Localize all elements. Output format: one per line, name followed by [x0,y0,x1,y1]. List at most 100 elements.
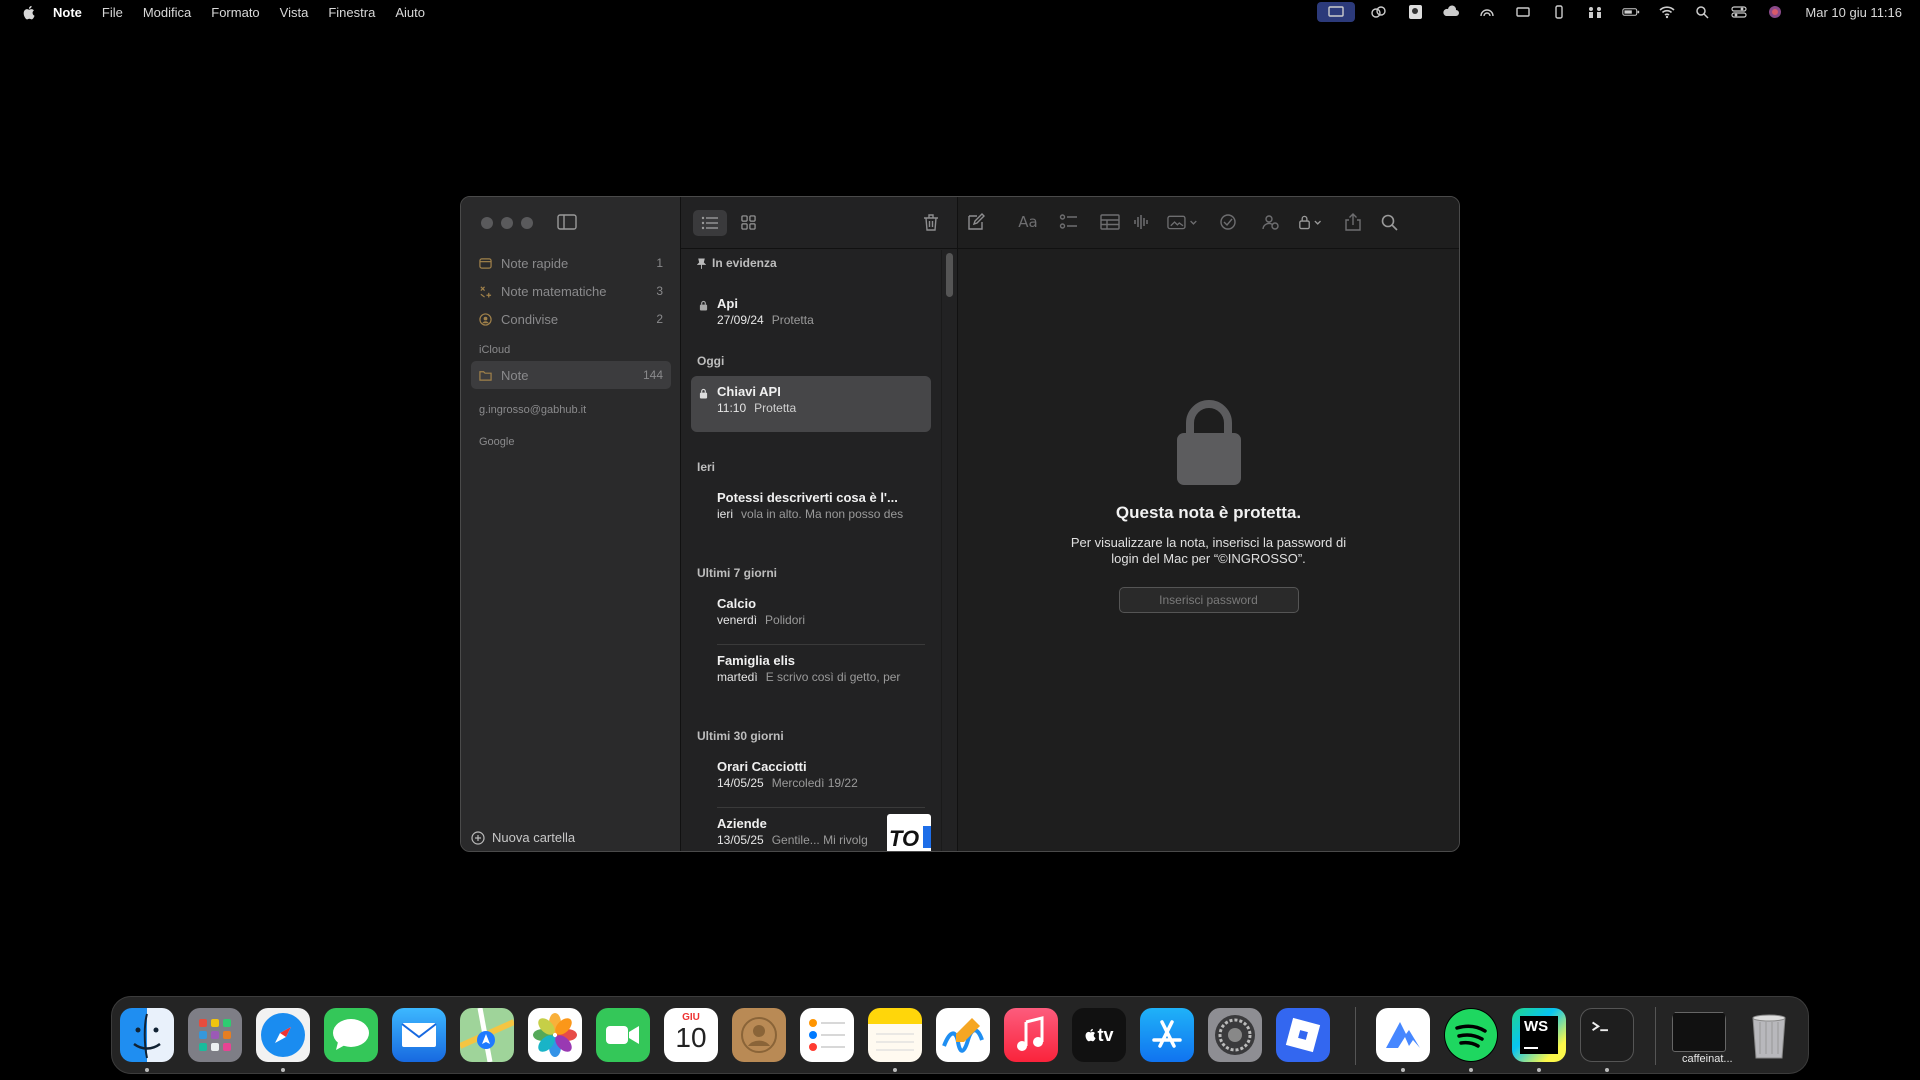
note-meta: 13/05/25 Gentile... Mi rivolg [717,833,867,847]
dock-reminders-icon[interactable] [800,1008,854,1062]
note-item-potessi[interactable]: Potessi descriverti cosa è l'... ieri vol… [691,482,931,538]
siri-icon[interactable] [1765,5,1785,19]
format-text-icon[interactable]: Aa [1015,211,1041,233]
dock-facetime-icon[interactable] [596,1008,650,1062]
list-scroll-track[interactable] [941,250,957,851]
battery-icon[interactable] [1621,5,1641,19]
sidebar-toggle-icon[interactable] [557,213,577,231]
sidebar-item-count: 2 [656,312,663,326]
menu-formato[interactable]: Formato [211,5,259,20]
apple-menu-icon[interactable] [19,4,37,20]
dock-terminal-icon[interactable] [1580,1008,1634,1062]
search-icon[interactable] [1379,211,1401,233]
note-meta: martedì E scrivo così di getto, per [717,670,921,684]
hotspot-icon[interactable] [1477,5,1497,19]
folder-sidebar: Note rapide 1 Note matematiche 3 Condivi… [461,197,681,851]
link-share-icon[interactable] [1260,211,1282,233]
menu-app-name[interactable]: Note [53,5,82,20]
account-header[interactable]: g.ingrosso@gabhub.it [471,399,671,421]
dock-nordvpn-icon[interactable] [1376,1008,1430,1062]
sidebar-item-quick-notes[interactable]: Note rapide 1 [471,249,671,277]
dock-spotify-icon[interactable] [1444,1008,1498,1062]
minimize-button[interactable] [501,217,513,229]
dock-mail-icon[interactable] [392,1008,446,1062]
spotlight-search-icon[interactable] [1693,5,1713,19]
cloud-upload-icon[interactable] [1441,5,1461,19]
group-header-today: Oggi [697,354,725,368]
dock-maps-icon[interactable] [460,1008,514,1062]
gallery-view-button[interactable] [731,210,765,236]
dock-finder-icon[interactable] [120,1008,174,1062]
dock-messages-icon[interactable] [324,1008,378,1062]
app-status-icon[interactable] [1405,5,1425,19]
dock-photos-icon[interactable] [528,1008,582,1062]
control-center-icon[interactable] [1729,5,1749,19]
quick-note-icon [479,256,493,270]
note-item-calcio[interactable]: Calcio venerdì Polidori [691,588,931,644]
locked-description: Per visualizzare la nota, inserisci la p… [1070,535,1347,566]
running-indicator [1537,1068,1541,1072]
note-item-famiglia[interactable]: Famiglia elis martedì E scrivo così di ge… [691,645,931,701]
screen-mirroring-icon[interactable] [1317,2,1356,22]
menu-aiuto[interactable]: Aiuto [395,5,425,20]
dock-notes-icon[interactable] [868,1008,922,1062]
sidebar-item-shared[interactable]: Condivise 2 [471,305,671,333]
lock-menu-icon[interactable] [1296,211,1330,233]
dock-safari-icon[interactable] [256,1008,310,1062]
note-item-orari[interactable]: Orari Cacciotti 14/05/25 Mercoledì 19/22 [691,751,931,807]
new-folder-button[interactable]: Nuova cartella [471,830,575,845]
collaborate-icon[interactable] [1217,211,1239,233]
checklist-icon[interactable] [1058,211,1080,233]
dock-freeform-icon[interactable] [936,1008,990,1062]
close-button[interactable] [481,217,493,229]
menu-clock[interactable]: Mar 10 giu 11:16 [1805,5,1902,20]
running-indicator [145,1068,149,1072]
menu-file[interactable]: File [102,5,123,20]
audio-waveform-icon[interactable] [1131,211,1153,233]
share-icon[interactable] [1342,211,1364,233]
dock-tv-icon[interactable]: tv [1072,1008,1126,1062]
dock-launchpad-icon[interactable] [188,1008,242,1062]
wifi-icon[interactable] [1657,5,1677,19]
list-toolbar [681,197,957,249]
table-icon[interactable] [1099,211,1121,233]
sidebar-item-count: 144 [642,368,663,382]
icloud-header[interactable]: iCloud [471,339,671,361]
creative-cloud-icon[interactable] [1369,5,1389,19]
people-icon[interactable] [1585,5,1605,19]
note-item-api[interactable]: Api 27/09/24 Protetta [691,288,931,344]
menu-finestra[interactable]: Finestra [328,5,375,20]
note-item-chiavi-api[interactable]: Chiavi API 11:10 Protetta [691,376,931,432]
menu-modifica[interactable]: Modifica [143,5,191,20]
large-lock-icon [1174,393,1244,485]
pinned-header: In evidenza [681,252,941,274]
webstorm-inner: WS [1520,1016,1558,1054]
list-view-button[interactable] [693,209,727,236]
phone-icon[interactable] [1549,5,1569,19]
note-date: ieri [717,507,734,521]
dock-calendar-icon[interactable]: GIU 10 [664,1008,718,1062]
sidebar-item-math-notes[interactable]: Note matematiche 3 [471,277,671,305]
zoom-button[interactable] [521,217,533,229]
display-icon[interactable] [1513,5,1533,19]
dock-system-settings-icon[interactable] [1208,1008,1262,1062]
note-item-aziende[interactable]: Aziende 13/05/25 Gentile... Mi rivolg TO [691,808,931,851]
dock-trash-icon[interactable] [1742,1008,1796,1062]
sidebar-item-note-folder[interactable]: Note 144 [471,361,671,389]
menu-vista[interactable]: Vista [280,5,309,20]
dock-contacts-icon[interactable] [732,1008,786,1062]
password-field[interactable]: Inserisci password [1118,587,1299,613]
plus-circle-icon [471,830,485,845]
account-header[interactable]: Google [471,431,671,453]
smart-folders: Note rapide 1 Note matematiche 3 Condivi… [471,249,671,333]
dock-app-store-icon[interactable] [1140,1008,1194,1062]
sidebar-item-label: Note matematiche [501,283,607,299]
compose-icon[interactable] [965,211,987,233]
dock-roblox-icon[interactable] [1276,1008,1330,1062]
list-scrollbar[interactable] [946,253,953,297]
note-title: Potessi descriverti cosa è l'... [717,490,898,505]
trash-icon[interactable] [920,211,942,233]
dock-music-icon[interactable] [1004,1008,1058,1062]
dock-webstorm-icon[interactable]: WS [1512,1008,1566,1062]
media-icon[interactable] [1166,211,1202,233]
